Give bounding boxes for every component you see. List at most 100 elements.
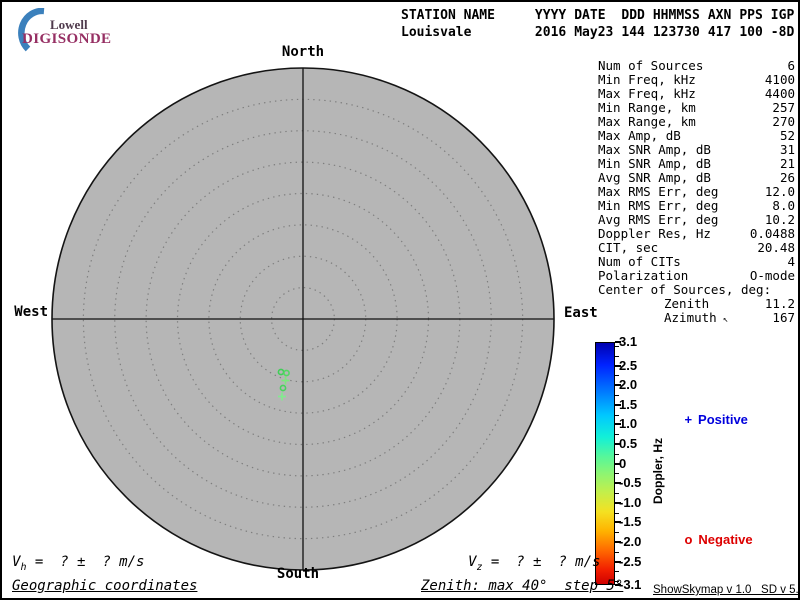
stats-row: Min Freq, kHz 4100 — [598, 73, 795, 87]
stats-label: CIT, sec — [598, 240, 659, 255]
stats-value: 4400 — [764, 86, 795, 101]
stats-value: 11.2 — [764, 296, 795, 311]
colorbar-tick-label: -2.5 — [619, 553, 642, 569]
compass-label-north: North — [281, 44, 325, 60]
compass-label-south: South — [276, 566, 320, 582]
stats-label: Doppler Res, Hz — [598, 226, 711, 241]
vz-value: = ? ± ? m/s — [482, 554, 601, 570]
stats-row: Avg RMS Err, deg 10.2 — [598, 213, 795, 227]
stats-row: CIT, sec 20.48 — [598, 241, 795, 255]
colorbar-minor-tick — [615, 375, 619, 377]
stats-value: 4100 — [764, 72, 795, 87]
colorbar-minor-tick — [615, 355, 619, 357]
header-column: PPS 100 — [739, 7, 762, 41]
stats-label: Min SNR Amp, dB — [598, 156, 711, 171]
legend-negative-label: Negative — [698, 532, 753, 547]
colorbar-tick-label: 2.0 — [619, 377, 638, 393]
stats-value: 0.0488 — [749, 226, 795, 241]
azimuth-arrow-icon: ↖ — [722, 315, 729, 325]
colorbar-tick-label: -0.5 — [619, 475, 642, 491]
plus-marker-icon: + — [684, 412, 693, 427]
colorbar-minor-tick — [615, 345, 619, 347]
stats-value: 6 — [787, 58, 795, 73]
circle-marker-icon: o — [684, 532, 693, 547]
stats-row: Min RMS Err, deg 8.0 — [598, 199, 795, 213]
stats-value: 20.48 — [757, 240, 795, 255]
colorbar-tick-label: 0.5 — [619, 435, 638, 451]
stats-value: 21 — [779, 156, 795, 171]
header-column-value: -8D — [770, 25, 795, 40]
stats-label: Center of Sources, deg: — [598, 282, 772, 297]
header-column-label: YYYY — [534, 8, 567, 23]
stats-row: Max SNR Amp, dB 31 — [598, 143, 795, 157]
stats-label: Min RMS Err, deg — [598, 198, 719, 213]
vh-value: = ? ± ? m/s — [26, 554, 145, 570]
stats-row: Max Freq, kHz 4400 — [598, 87, 795, 101]
compass-label-east: East — [564, 305, 598, 321]
stats-value: 4 — [787, 254, 795, 269]
header-column: YYYY 2016 — [535, 7, 566, 41]
stats-row: Polarization O-mode — [598, 269, 795, 283]
colorbar-minor-tick — [615, 414, 619, 416]
stats-label: Num of CITs — [598, 254, 681, 269]
colorbar-minor-tick — [615, 492, 619, 494]
stats-row: Max RMS Err, deg 12.0 — [598, 185, 795, 199]
header-column: IGP -8D — [771, 7, 794, 41]
colorbar-tick-label: -2.0 — [619, 533, 642, 549]
header-column-value: Louisvale — [401, 25, 472, 40]
stats-row: Min SNR Amp, dB 21 — [598, 157, 795, 171]
header-column: DATE May23 — [574, 7, 613, 41]
colorbar-minor-tick — [615, 571, 619, 573]
stats-label: Max Amp, dB — [598, 128, 681, 143]
header-column-value: 123730 — [652, 25, 700, 40]
colorbar-tick-label: 2.5 — [619, 357, 638, 373]
stats-label: Polarization — [598, 268, 689, 283]
compass-label-west: West — [14, 304, 48, 320]
showskymap-window: Lowell DIGISONDE STATION NAME Louisvale YY… — [0, 0, 800, 600]
header-column-value: 417 — [707, 25, 732, 40]
stats-label: Num of Sources — [598, 58, 704, 73]
colorbar-tick-label: -1.5 — [619, 514, 642, 530]
stats-value: 12.0 — [764, 184, 795, 199]
colorbar-minor-tick — [615, 512, 619, 514]
stats-row: Center of Sources, deg: — [598, 283, 795, 297]
colorbar-minor-tick — [615, 453, 619, 455]
stats-value: 167 — [772, 310, 795, 325]
zenith-scale-note: Zenith: max 40° step 5° — [421, 578, 624, 594]
stats-label: Azimuth ↖ — [664, 310, 729, 326]
stats-row: Max Amp, dB 52 — [598, 129, 795, 143]
stats-row: Min Range, km 257 — [598, 101, 795, 115]
header-column-value: 100 — [739, 25, 763, 40]
colorbar-tick-label: 0 — [619, 455, 627, 471]
stats-label: Max Freq, kHz — [598, 86, 696, 101]
colorbar-minor-tick — [615, 434, 619, 436]
stats-label: Avg SNR Amp, dB — [598, 170, 711, 185]
header-column: AXN 417 — [708, 7, 731, 41]
logo-digisonde-text: DIGISONDE — [22, 31, 112, 47]
stats-value: 31 — [779, 142, 795, 157]
lowell-digisonde-logo: Lowell DIGISONDE — [10, 6, 140, 52]
stats-value: 270 — [772, 114, 795, 129]
header-column-label: IGP — [770, 8, 795, 23]
stats-value: O-mode — [749, 268, 795, 283]
colorbar-tick-label: 1.0 — [619, 416, 638, 432]
header-column-label: PPS — [739, 8, 763, 23]
colorbar-gradient — [595, 342, 615, 585]
header-column: STATION NAME Louisvale — [401, 7, 495, 41]
legend-positive: + Positive — [670, 397, 747, 442]
header-column-label: STATION NAME — [401, 8, 495, 23]
stats-row: Zenith 11.2 — [598, 297, 795, 311]
stats-row: Avg SNR Amp, dB 26 — [598, 171, 795, 185]
stats-label: Zenith — [664, 296, 710, 311]
colorbar-axis-label: Doppler, Hz — [651, 437, 665, 505]
header-column-value: 144 — [621, 25, 645, 40]
coordinates-mode-label: Geographic coordinates — [12, 578, 198, 594]
stats-value: 26 — [779, 170, 795, 185]
stats-value: 8.0 — [772, 198, 795, 213]
stats-label: Avg RMS Err, deg — [598, 212, 719, 227]
header-column-value: 2016 — [534, 25, 567, 40]
stats-value: 10.2 — [764, 212, 795, 227]
legend-negative: o Negative — [670, 517, 753, 562]
header-column-value: May23 — [574, 25, 614, 40]
header-column-label: DATE — [574, 8, 606, 23]
